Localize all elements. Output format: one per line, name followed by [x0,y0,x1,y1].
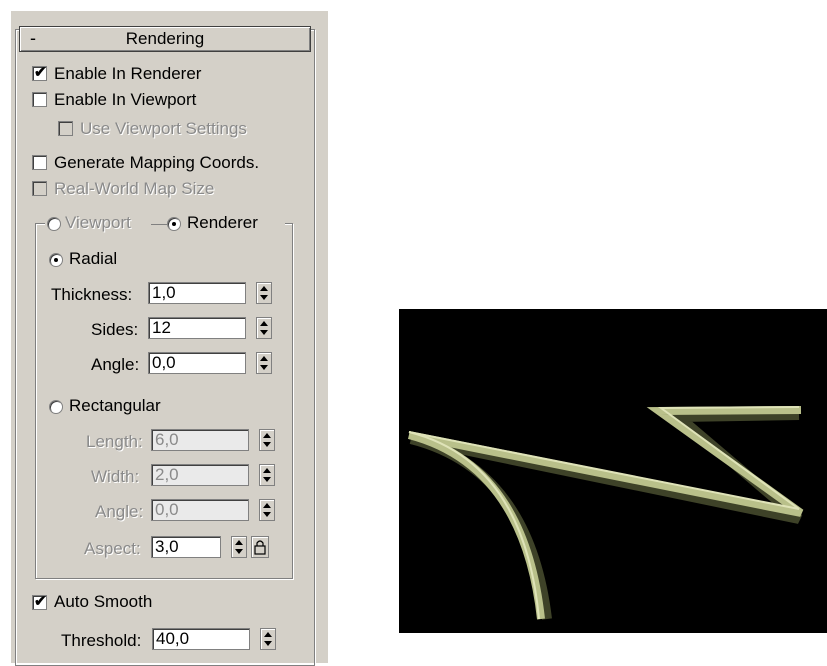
spinner-up-icon [263,468,271,473]
length-label: Length: [86,432,143,451]
rendering-panel: - Rendering ✔ Enable In Renderer Enable … [10,10,328,666]
spinner-up-icon [264,632,272,637]
rollout-header[interactable]: - Rendering [19,26,311,52]
spinner-down-icon [263,477,271,482]
thickness-label: Thickness: [51,285,133,304]
radial-angle-spinner[interactable] [256,352,272,374]
rollout-title: Rendering [125,29,205,48]
spinner-down-icon [260,330,268,335]
aspect-lock-button[interactable] [251,536,269,558]
spinner-down-icon [235,549,243,554]
spinner-up-icon [260,286,268,291]
renderer-radio-label: Renderer [187,213,258,232]
spinner-down-icon [260,365,268,370]
auto-smooth-label: Auto Smooth [54,592,153,611]
radial-angle-label: Angle: [91,355,140,374]
length-field[interactable]: 6,0 [151,429,249,451]
legend-divider [151,224,167,225]
aspect-field[interactable]: 3,0 [151,536,221,558]
check-icon: ✔ [34,64,47,81]
enable-in-viewport-label: Enable In Viewport [54,90,197,109]
radial-label: Radial [69,249,118,268]
auto-smooth-checkbox[interactable]: ✔ [32,593,47,610]
use-viewport-settings-checkbox[interactable] [58,121,73,136]
generate-mapping-coords-label: Generate Mapping Coords. [54,153,260,172]
threshold-label: Threshold: [61,631,142,650]
rect-angle-field[interactable]: 0,0 [151,499,249,521]
radial-angle-field[interactable]: 0,0 [148,352,246,374]
renderer-radio[interactable] [167,217,181,231]
spinner-down-icon [263,442,271,447]
sides-spinner[interactable] [256,317,272,339]
enable-in-viewport-checkbox[interactable] [32,92,47,107]
sides-field[interactable]: 12 [148,317,246,339]
width-label: Width: [91,467,140,486]
width-field[interactable]: 2,0 [151,464,249,486]
real-world-map-size-checkbox[interactable] [32,181,47,196]
lock-icon [254,540,266,555]
viewport-radio[interactable] [47,217,61,231]
threshold-field[interactable]: 40,0 [152,628,250,650]
generate-mapping-coords-checkbox[interactable] [32,155,47,170]
spinner-up-icon [263,503,271,508]
spinner-up-icon [260,356,268,361]
rectangular-label: Rectangular [69,396,161,415]
aspect-label: Aspect: [84,539,141,558]
spinner-down-icon [264,641,272,646]
viewport-radio-label: Viewport [65,213,131,232]
thickness-field[interactable]: 1,0 [148,282,246,304]
use-viewport-settings-label: Use Viewport Settings [80,119,247,138]
thickness-spinner[interactable] [256,282,272,304]
threshold-spinner[interactable] [260,628,276,650]
check-icon: ✔ [34,593,47,610]
render-viewport [399,309,827,633]
mode-legend: Viewport Renderer [45,213,285,235]
real-world-map-size-label: Real-World Map Size [54,179,215,198]
rect-angle-spinner[interactable] [259,499,275,521]
radial-radio[interactable] [49,253,63,267]
aspect-spinner[interactable] [231,536,247,558]
rectangular-radio[interactable] [49,400,63,414]
spinner-down-icon [263,512,271,517]
spinner-up-icon [260,321,268,326]
spinner-down-icon [260,295,268,300]
enable-in-renderer-label: Enable In Renderer [54,64,202,83]
spinner-up-icon [263,433,271,438]
length-spinner[interactable] [259,429,275,451]
sides-label: Sides: [91,320,139,339]
rendered-spline [407,406,804,620]
rect-angle-label: Angle: [95,502,144,521]
spinner-up-icon [235,540,243,545]
width-spinner[interactable] [259,464,275,486]
enable-in-renderer-checkbox[interactable]: ✔ [32,64,47,81]
